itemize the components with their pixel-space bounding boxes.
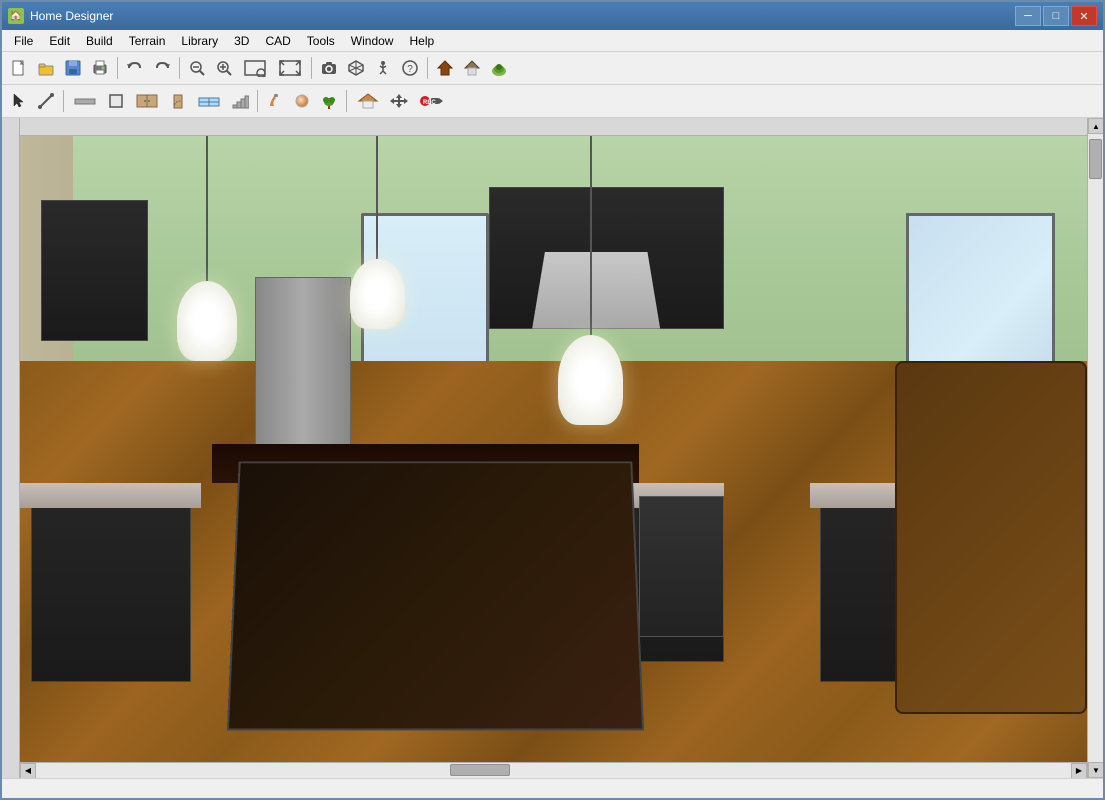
svg-text:?: ? <box>407 64 413 75</box>
sep1 <box>117 57 118 79</box>
material-tool[interactable] <box>289 88 315 114</box>
kitchen-island <box>227 461 645 730</box>
undo-button[interactable] <box>122 55 148 81</box>
pendant-cord-center <box>376 136 378 259</box>
scroll-track-vertical <box>1088 134 1103 762</box>
title-bar: 🏠 Home Designer ─ □ ✕ <box>2 2 1103 30</box>
sep4 <box>427 57 428 79</box>
pendant-light-right <box>554 136 629 425</box>
help-button[interactable]: ? <box>397 55 423 81</box>
pendant-light-center <box>340 136 415 329</box>
menu-3d[interactable]: 3D <box>226 32 257 50</box>
menu-build[interactable]: Build <box>78 32 121 50</box>
sep3 <box>311 57 312 79</box>
sep2 <box>179 57 180 79</box>
scroll-thumb-horizontal[interactable] <box>450 764 510 776</box>
scrollbar-vertical: ▲ ▼ <box>1087 118 1103 778</box>
menu-window[interactable]: Window <box>343 32 402 50</box>
move-tool[interactable] <box>386 88 412 114</box>
sep5 <box>63 90 64 112</box>
menu-file[interactable]: File <box>6 32 41 50</box>
ruler-horizontal <box>20 118 1087 136</box>
draw-lines-tool[interactable] <box>33 88 59 114</box>
menu-edit[interactable]: Edit <box>41 32 78 50</box>
zoom-out-button[interactable] <box>184 55 210 81</box>
wall-tool[interactable] <box>68 88 102 114</box>
new-button[interactable] <box>6 55 32 81</box>
window-tool[interactable] <box>192 88 226 114</box>
pendant-light-left <box>169 136 244 361</box>
menu-library[interactable]: Library <box>173 32 226 50</box>
stove <box>639 496 724 637</box>
zoom-in-button[interactable] <box>211 55 237 81</box>
save-button[interactable] <box>60 55 86 81</box>
pendant-shade-center <box>350 259 405 329</box>
plant-tool[interactable] <box>316 88 342 114</box>
countertop-left <box>20 483 201 509</box>
minimize-button[interactable]: ─ <box>1015 6 1041 26</box>
content-area: ◀ ▶ ▲ ▼ <box>2 118 1103 778</box>
room-tool[interactable] <box>103 88 129 114</box>
close-button[interactable]: ✕ <box>1071 6 1097 26</box>
pendant-cord-right <box>590 136 592 335</box>
svg-text:REC: REC <box>423 100 436 106</box>
cabinet-tool[interactable] <box>130 88 164 114</box>
zoom-window-button[interactable] <box>238 55 272 81</box>
viewport-canvas[interactable]: ◀ ▶ <box>20 136 1087 778</box>
scroll-left-arrow[interactable]: ◀ <box>20 763 36 779</box>
exterior-tool[interactable] <box>351 88 385 114</box>
toolbar-row1: ? <box>2 52 1103 85</box>
roof-button[interactable] <box>459 55 485 81</box>
scroll-track-horizontal <box>36 763 1071 778</box>
dining-table <box>895 361 1087 714</box>
main-viewport: ◀ ▶ <box>20 118 1087 778</box>
pendant-cord-left <box>206 136 208 281</box>
menu-help[interactable]: Help <box>401 32 442 50</box>
stair-tool[interactable] <box>227 88 253 114</box>
select-tool[interactable] <box>6 88 32 114</box>
menu-cad[interactable]: CAD <box>257 32 298 50</box>
walk-through-button[interactable] <box>370 55 396 81</box>
scroll-thumb-vertical[interactable] <box>1089 139 1102 179</box>
record-button[interactable]: REC <box>413 88 447 114</box>
pendant-shade-right <box>558 335 623 425</box>
sep6 <box>257 90 258 112</box>
toolbar-row2: REC <box>2 85 1103 118</box>
redo-button[interactable] <box>149 55 175 81</box>
camera-button[interactable] <box>316 55 342 81</box>
sep7 <box>346 90 347 112</box>
scroll-right-arrow[interactable]: ▶ <box>1071 763 1087 779</box>
pendant-shade-left <box>177 281 237 361</box>
scroll-up-arrow[interactable]: ▲ <box>1088 118 1103 134</box>
menu-terrain[interactable]: Terrain <box>121 32 174 50</box>
zoom-fit-button[interactable] <box>273 55 307 81</box>
house-button[interactable] <box>432 55 458 81</box>
door-tool[interactable] <box>165 88 191 114</box>
3d-view-button[interactable] <box>343 55 369 81</box>
app-icon: 🏠 <box>8 8 24 24</box>
menu-tools[interactable]: Tools <box>299 32 343 50</box>
landscape-button[interactable] <box>486 55 512 81</box>
menu-bar: File Edit Build Terrain Library 3D CAD T… <box>2 30 1103 52</box>
paint-tool[interactable] <box>262 88 288 114</box>
print-button[interactable] <box>87 55 113 81</box>
main-window: 🏠 Home Designer ─ □ ✕ File Edit Build Te… <box>0 0 1105 800</box>
ruler-vertical <box>2 118 20 778</box>
scroll-down-arrow[interactable]: ▼ <box>1088 762 1103 778</box>
3d-kitchen-view[interactable] <box>20 136 1087 778</box>
window-title: Home Designer <box>30 9 113 23</box>
title-bar-left: 🏠 Home Designer <box>8 8 113 24</box>
title-controls: ─ □ ✕ <box>1015 6 1097 26</box>
status-bar <box>2 778 1103 798</box>
scrollbar-horizontal: ◀ ▶ <box>20 762 1087 778</box>
lower-cabinet-left <box>31 502 191 682</box>
maximize-button[interactable]: □ <box>1043 6 1069 26</box>
upper-cabinet-left <box>41 200 148 341</box>
open-button[interactable] <box>33 55 59 81</box>
